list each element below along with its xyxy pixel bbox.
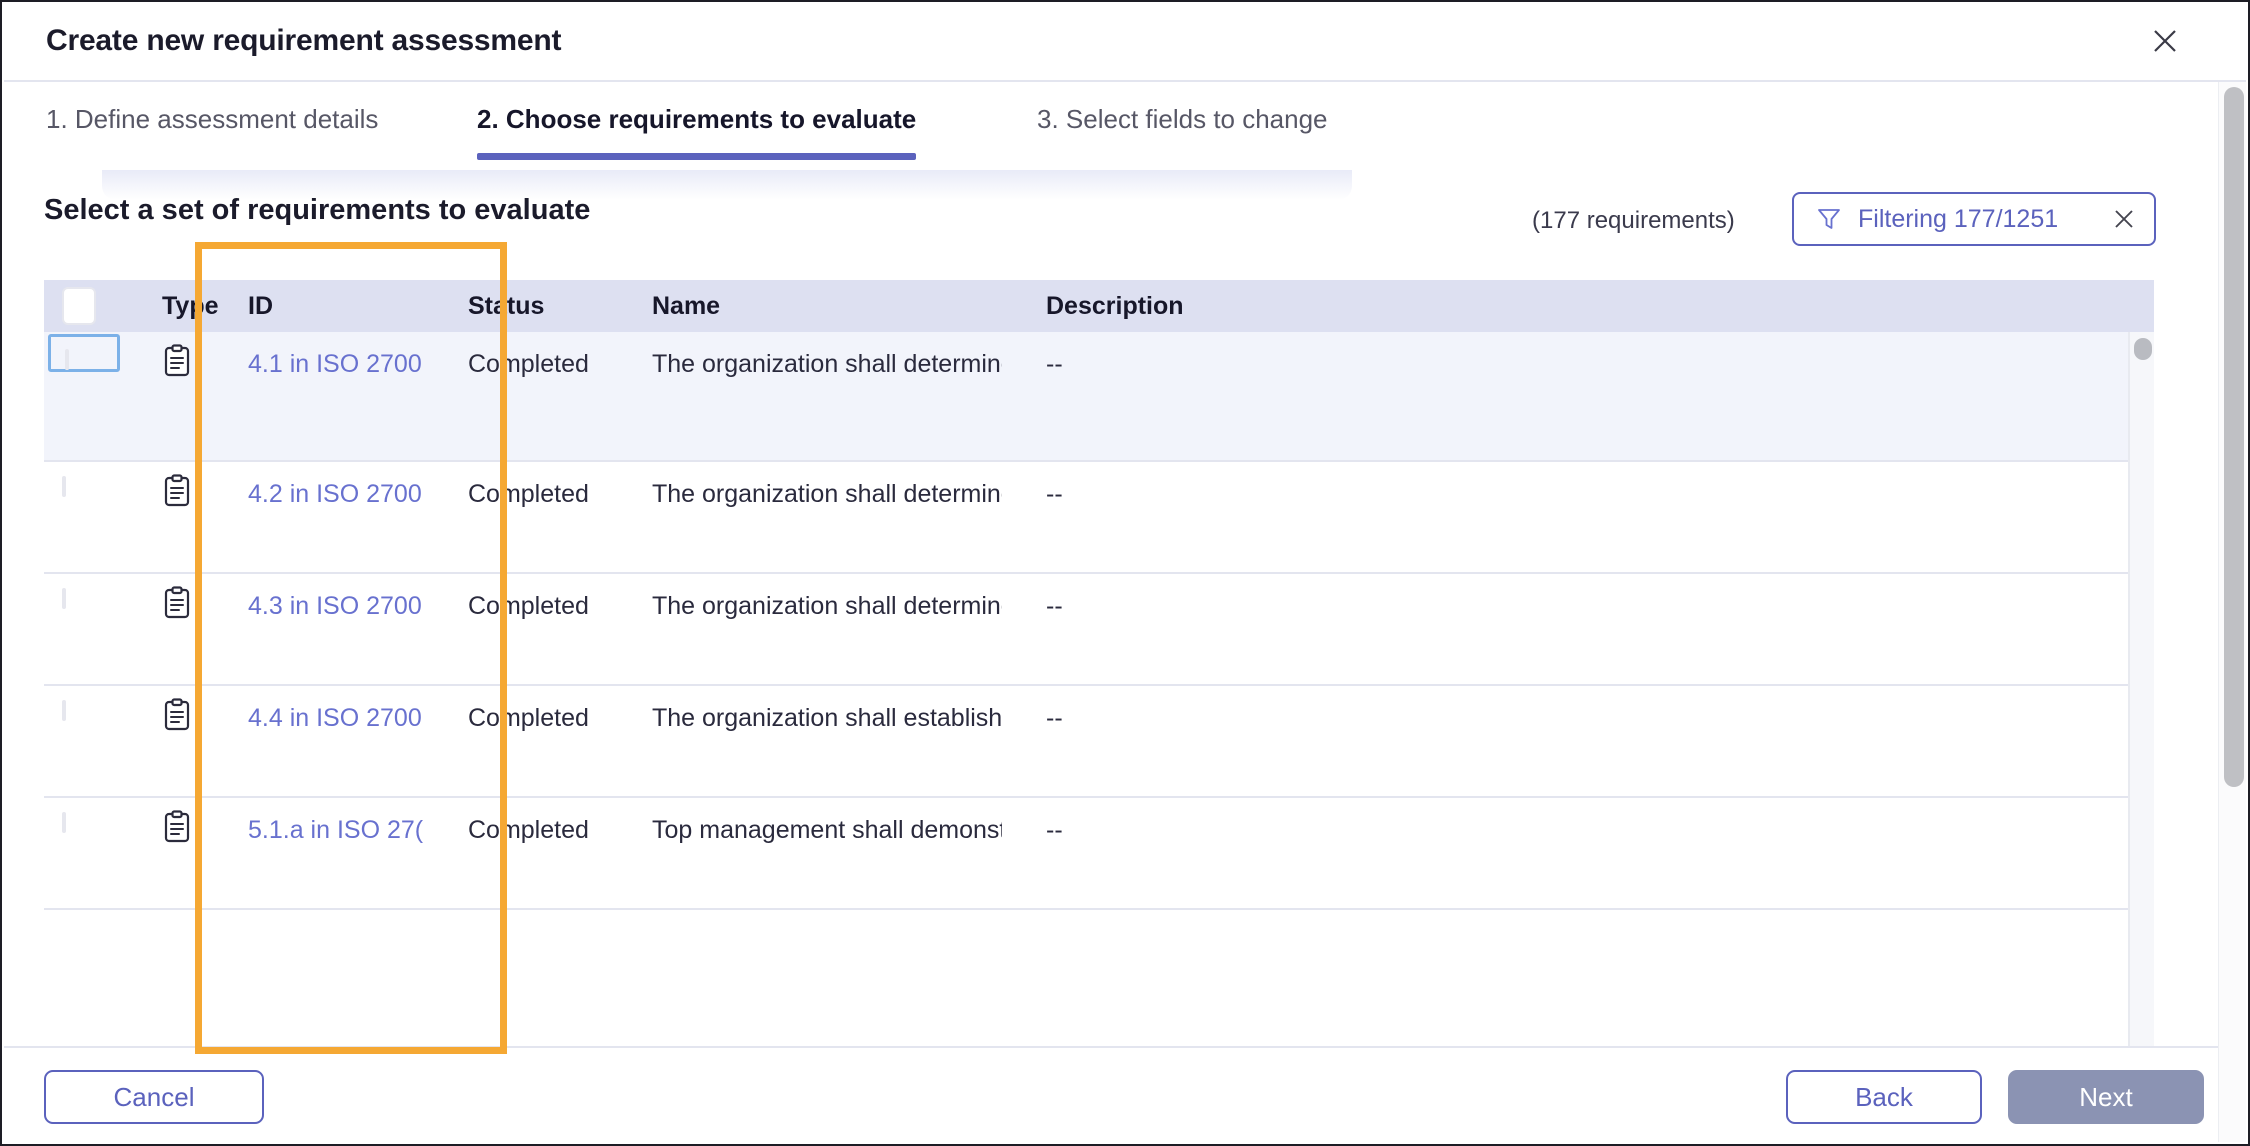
- requirement-status: Completed: [468, 350, 589, 378]
- requirement-description: --: [1046, 480, 1063, 508]
- clipboard-icon: [162, 698, 192, 739]
- table-row[interactable]: 5.1.a in ISO 27( Completed Top management …: [44, 798, 2154, 910]
- table-row[interactable]: 4.2 in ISO 2700 Completed The organization…: [44, 462, 2154, 574]
- funnel-icon: [1816, 206, 1842, 232]
- page-scrollbar-thumb[interactable]: [2224, 87, 2244, 787]
- table-row[interactable]: 4.3 in ISO 2700 Completed The organization…: [44, 574, 2154, 686]
- tab-select-fields[interactable]: 3. Select fields to change: [1037, 84, 1328, 170]
- table-body: 4.1 in ISO 2700 Completed The organization…: [44, 332, 2154, 1048]
- requirement-status: Completed: [468, 480, 589, 508]
- dialog-title: Create new requirement assessment: [46, 24, 562, 57]
- requirement-name: The organization shall determine: [652, 592, 1002, 620]
- requirement-name: The organization shall determine: [652, 480, 1002, 508]
- select-all-checkbox[interactable]: [62, 287, 96, 325]
- column-header-id[interactable]: ID: [248, 292, 273, 321]
- filter-clear-icon[interactable]: [2112, 207, 2136, 231]
- active-tab-underline: [477, 153, 917, 160]
- tab-choose-requirements[interactable]: 2. Choose requirements to evaluate: [477, 84, 917, 170]
- row-checkbox-cell[interactable]: [48, 576, 120, 609]
- row-checkbox[interactable]: [62, 812, 66, 833]
- tab-label: 1. Define assessment details: [46, 104, 379, 134]
- clipboard-icon: [162, 810, 192, 851]
- dialog-titlebar: Create new requirement assessment: [4, 4, 2246, 82]
- dialog-window: Create new requirement assessment 1. Def…: [0, 0, 2250, 1146]
- requirement-description: --: [1046, 350, 1063, 378]
- next-button[interactable]: Next: [2008, 1070, 2204, 1124]
- column-header-status[interactable]: Status: [468, 292, 544, 321]
- requirement-status: Completed: [468, 592, 589, 620]
- clipboard-icon: [162, 474, 192, 515]
- tab-label: 2. Choose requirements to evaluate: [477, 104, 917, 134]
- clipboard-icon: [162, 344, 192, 385]
- cancel-button[interactable]: Cancel: [44, 1070, 264, 1124]
- row-checkbox-cell[interactable]: [48, 464, 120, 497]
- requirement-status: Completed: [468, 816, 589, 844]
- table-header-row: Type ID Status Name Description: [44, 280, 2154, 332]
- filter-chip-label: Filtering 177/1251: [1858, 204, 2059, 233]
- table-row[interactable]: 4.4 in ISO 2700 Completed The organization…: [44, 686, 2154, 798]
- requirement-id-link[interactable]: 5.1.a in ISO 27(: [248, 816, 434, 845]
- section-heading: Select a set of requirements to evaluate: [44, 194, 591, 226]
- row-checkbox[interactable]: [62, 588, 66, 609]
- row-checkbox[interactable]: [62, 700, 66, 721]
- back-button[interactable]: Back: [1786, 1070, 1982, 1124]
- table-vertical-scrollbar[interactable]: [2128, 332, 2154, 1048]
- tab-label: 3. Select fields to change: [1037, 104, 1328, 134]
- table-row[interactable]: 4.1 in ISO 2700 Completed The organization…: [44, 332, 2154, 462]
- close-icon[interactable]: [2142, 18, 2188, 64]
- row-checkbox-cell[interactable]: [48, 334, 120, 372]
- step-tabs: 1. Define assessment details 2. Choose r…: [4, 84, 2164, 170]
- requirement-status: Completed: [468, 704, 589, 732]
- dialog-footer: Cancel Back Next: [4, 1046, 2246, 1142]
- page-vertical-scrollbar[interactable]: [2218, 82, 2246, 1142]
- row-checkbox[interactable]: [62, 476, 66, 497]
- requirement-description: --: [1046, 816, 1063, 844]
- column-header-description[interactable]: Description: [1046, 292, 1184, 321]
- column-header-name[interactable]: Name: [652, 292, 720, 321]
- requirement-id-link[interactable]: 4.3 in ISO 2700: [248, 592, 434, 621]
- requirement-id-link[interactable]: 4.2 in ISO 2700: [248, 480, 434, 509]
- requirement-description: --: [1046, 592, 1063, 620]
- requirement-id-link[interactable]: 4.4 in ISO 2700: [248, 704, 434, 733]
- row-checkbox-cell[interactable]: [48, 688, 120, 721]
- filter-chip[interactable]: Filtering 177/1251: [1792, 192, 2156, 246]
- tab-define-assessment-details[interactable]: 1. Define assessment details: [46, 84, 378, 170]
- row-checkbox-cell[interactable]: [48, 800, 120, 833]
- table-scrollbar-thumb[interactable]: [2134, 338, 2152, 360]
- column-header-type[interactable]: Type: [162, 292, 219, 321]
- requirement-name: The organization shall establish, i: [652, 704, 1002, 732]
- requirement-description: --: [1046, 704, 1063, 732]
- requirement-name: Top management shall demonstr: [652, 816, 1002, 844]
- clipboard-icon: [162, 586, 192, 627]
- requirement-name: The organization shall determine: [652, 350, 1002, 378]
- requirements-table: Type ID Status Name Description 4.1 in I…: [44, 280, 2154, 1048]
- requirement-id-link[interactable]: 4.1 in ISO 2700: [248, 350, 434, 379]
- row-checkbox[interactable]: [65, 349, 69, 370]
- requirement-count: (177 requirements): [1532, 207, 1735, 234]
